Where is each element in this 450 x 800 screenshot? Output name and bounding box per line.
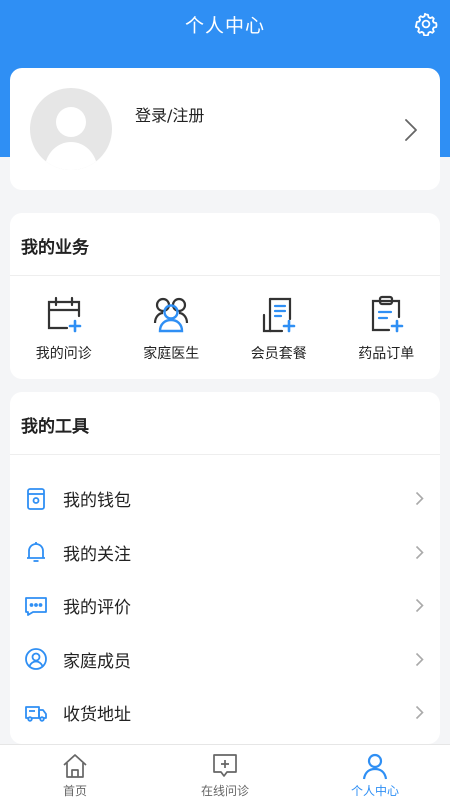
comment-icon [25,596,47,616]
default-avatar-icon [44,107,98,170]
chevron-right-icon [405,119,417,141]
tools-list: 我的钱包 我的关注 我的评价 家庭成员 收货地址 [10,472,440,740]
my-business-card: 我的业务 我的问诊 家庭医生 会员套餐 药品订单 [10,213,440,379]
page-title: 个人中心 [184,14,265,37]
tool-item-label: 我的评价 [63,598,131,619]
tools-section-title: 我的工具 [21,417,89,437]
chevron-right-icon [415,492,424,506]
business-item-medicine-order[interactable]: 药品订单 [333,293,441,369]
tab-home[interactable]: 首页 [0,745,150,800]
tool-item-label: 我的关注 [63,544,131,565]
chevron-right-icon [415,599,424,613]
business-section-title: 我的业务 [21,238,89,258]
tab-label: 个人中心 [350,784,399,798]
tool-item-label: 收货地址 [63,705,131,726]
chevron-right-icon [415,652,424,666]
chevron-right-icon [415,545,424,559]
wallet-icon [27,487,45,510]
tab-personal-center[interactable]: 个人中心 [300,745,450,800]
family-doctor-icon [154,297,189,333]
tool-item-address[interactable]: 收货地址 [10,686,440,740]
tool-item-follow[interactable]: 我的关注 [10,526,440,580]
top-bar: 个人中心 [0,0,450,48]
gear-icon[interactable] [414,12,438,36]
medicine-order-icon [372,295,404,333]
online-consult-icon [213,754,237,777]
home-icon [63,754,87,778]
truck-icon [25,705,47,722]
member-package-icon [262,297,296,333]
person-icon [362,753,388,780]
business-item-label: 药品订单 [358,346,415,362]
tool-item-wallet[interactable]: 我的钱包 [10,472,440,526]
business-item-label: 会员套餐 [250,346,307,362]
tool-item-review[interactable]: 我的评价 [10,579,440,633]
business-item-family-doctor[interactable]: 家庭医生 [118,293,226,369]
tool-item-family-members[interactable]: 家庭成员 [10,633,440,687]
my-tools-card: 我的工具 我的钱包 我的关注 我的评价 家庭成员 收货地址 [10,392,440,744]
profile-card[interactable]: 登录/注册 [10,68,440,190]
user-circle-icon [25,648,47,671]
avatar[interactable] [30,88,112,170]
tool-item-label: 家庭成员 [63,651,131,672]
tool-item-label: 我的钱包 [63,491,131,512]
tab-label: 首页 [62,784,87,798]
business-grid: 我的问诊 家庭医生 会员套餐 药品订单 [10,293,440,369]
bell-icon [27,542,45,563]
tab-label: 在线问诊 [200,784,249,798]
business-item-consultation[interactable]: 我的问诊 [10,293,118,369]
tab-online-consult[interactable]: 在线问诊 [150,745,300,800]
business-item-label: 我的问诊 [35,346,92,362]
bottom-tab-bar: 首页 在线问诊 个人中心 [0,744,450,800]
divider [10,454,440,455]
divider [10,275,440,276]
login-register-link[interactable]: 登录/注册 [135,102,204,126]
calendar-plus-icon [47,296,82,333]
business-item-member-package[interactable]: 会员套餐 [225,293,333,369]
business-item-label: 家庭医生 [143,346,200,362]
chevron-right-icon [415,706,424,720]
